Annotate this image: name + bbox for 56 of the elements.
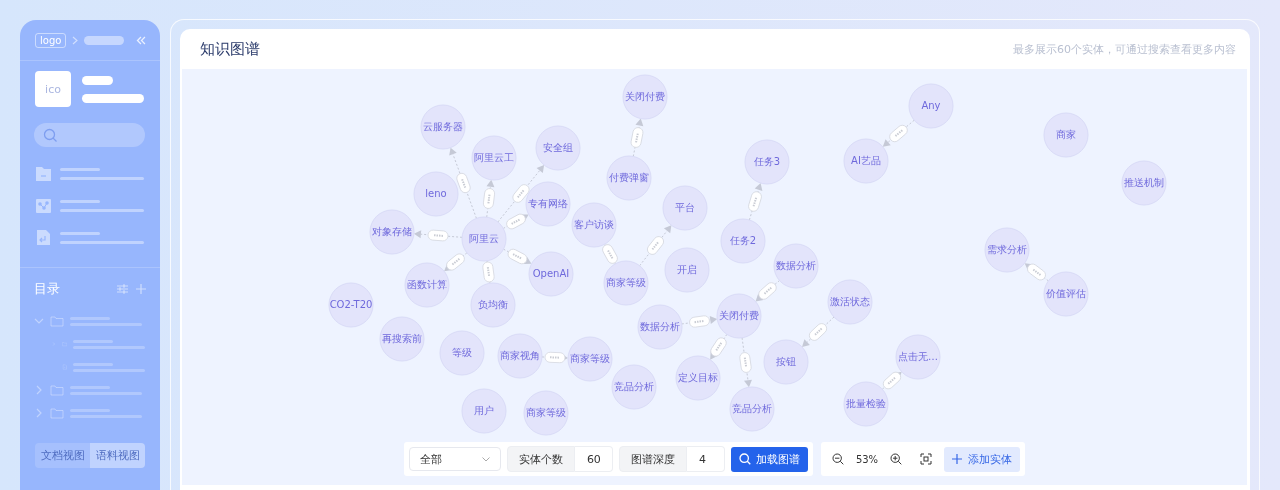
graph-node[interactable]: 再搜索前	[379, 316, 425, 362]
graph-node[interactable]: 商家等级	[523, 390, 569, 436]
graph-node[interactable]: 批量检验	[843, 381, 889, 427]
graph-node[interactable]: 函数计算	[404, 262, 450, 308]
graph-node[interactable]: 对象存储	[369, 209, 415, 255]
graph-node[interactable]: 商家等级	[567, 336, 613, 382]
zoom-level: 53%	[855, 453, 879, 465]
filter-select[interactable]: 全部	[408, 447, 501, 471]
add-entity-button[interactable]: 添加实体	[944, 446, 1021, 472]
graph-node[interactable]: 关闭付费	[622, 74, 668, 120]
page-title: 知识图谱	[200, 39, 260, 59]
graph-node[interactable]: 用户	[461, 388, 507, 434]
graph-node[interactable]: CO2-T20	[328, 282, 374, 328]
view-tab[interactable]: 文档视图	[35, 443, 90, 468]
graph-node[interactable]: 客户访谈	[571, 202, 617, 248]
graph-node[interactable]: 竞品分析	[611, 364, 657, 410]
logo: logo	[35, 32, 67, 48]
graph-node[interactable]: 阿里云	[461, 216, 507, 262]
graph-node[interactable]: 数据分析	[637, 304, 683, 350]
graph-node[interactable]: 等级	[439, 330, 485, 376]
graph-node[interactable]: 定义目标	[675, 355, 721, 401]
input-field[interactable]: 4	[686, 446, 725, 472]
graph-node[interactable]: 任务3	[744, 139, 790, 185]
graph-node[interactable]: 云服务器	[420, 104, 466, 150]
graph-node[interactable]: OpenAI	[528, 251, 574, 297]
graph-node[interactable]: 付费弹窗	[606, 155, 652, 201]
graph-node[interactable]: 按钮	[763, 339, 809, 385]
graph-node[interactable]: 关闭付费	[716, 293, 762, 339]
hint-text: 最多展示60个实体，可通过搜索查看更多内容	[1013, 41, 1236, 57]
graph-node[interactable]: 商家	[1043, 112, 1089, 158]
graph-node[interactable]: Any	[908, 83, 954, 129]
graph-node[interactable]: 点击无…	[895, 334, 941, 380]
avatar: ico	[35, 71, 71, 107]
graph-node[interactable]: 安全组	[535, 125, 581, 171]
graph-node[interactable]: 商家等级	[603, 260, 649, 306]
graph-node[interactable]: 任务2	[720, 218, 766, 264]
field-label: 实体个数	[506, 446, 575, 472]
graph-node[interactable]: 平台	[662, 185, 708, 231]
graph-node[interactable]: leno	[413, 171, 459, 217]
view-tab[interactable]: 语料视图	[90, 443, 145, 468]
section-title: 目录	[34, 280, 60, 298]
load-button[interactable]: 加载图谱	[730, 446, 808, 472]
graph-node[interactable]: 商家视角	[497, 333, 543, 379]
graph-node[interactable]: 需求分析	[984, 227, 1030, 273]
graph-node[interactable]: 价值评估	[1043, 271, 1089, 317]
field-label: 图谱深度	[618, 446, 687, 472]
graph-node[interactable]: 阿里云工	[471, 135, 517, 181]
graph-node[interactable]: 负均衡	[470, 282, 516, 328]
graph-node[interactable]: 推送机制	[1121, 160, 1167, 206]
graph-node[interactable]: 专有网络	[525, 181, 571, 227]
graph-node[interactable]: 数据分析	[773, 243, 819, 289]
graph-node[interactable]: 竞品分析	[729, 386, 775, 432]
graph-node[interactable]: 激活状态	[827, 279, 873, 325]
graph-node[interactable]: 开启	[664, 247, 710, 293]
input-field[interactable]: 60	[574, 446, 613, 472]
graph-node[interactable]: AI艺品	[843, 138, 889, 184]
